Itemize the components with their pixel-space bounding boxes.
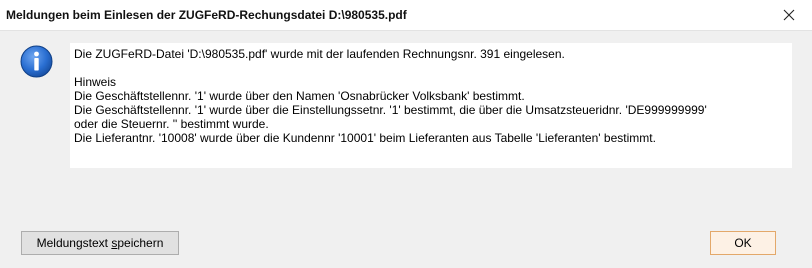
save-button-label-part: peichern	[117, 236, 164, 250]
message-line-spacer	[74, 61, 788, 75]
message-line: Die ZUGFeRD-Datei 'D:\980535.pdf' wurde …	[74, 47, 565, 61]
info-icon	[20, 45, 53, 78]
message-line: Hinweis	[74, 75, 117, 89]
close-button[interactable]	[766, 0, 812, 30]
message-line: Die Geschäftstellennr. '1' wurde über di…	[74, 103, 707, 117]
title-bar: Meldungen beim Einlesen der ZUGFeRD-Rech…	[0, 0, 812, 31]
save-message-button[interactable]: Meldungstext s peichern	[21, 231, 179, 255]
save-button-label-part: Meldungstext	[36, 236, 112, 250]
message-text-box: Die ZUGFeRD-Datei 'D:\980535.pdf' wurde …	[70, 43, 792, 168]
message-line: Die Geschäftstellennr. '1' wurde über de…	[74, 89, 525, 103]
message-line: Die Lieferantnr. '10008' wurde über die …	[74, 131, 656, 145]
window-title: Meldungen beim Einlesen der ZUGFeRD-Rech…	[6, 8, 407, 22]
ok-button[interactable]: OK	[710, 231, 776, 255]
dialog-content: Die ZUGFeRD-Datei 'D:\980535.pdf' wurde …	[0, 31, 812, 268]
close-icon	[783, 9, 795, 21]
message-line: oder die Steuernr. '' bestimmt wurde.	[74, 117, 269, 131]
